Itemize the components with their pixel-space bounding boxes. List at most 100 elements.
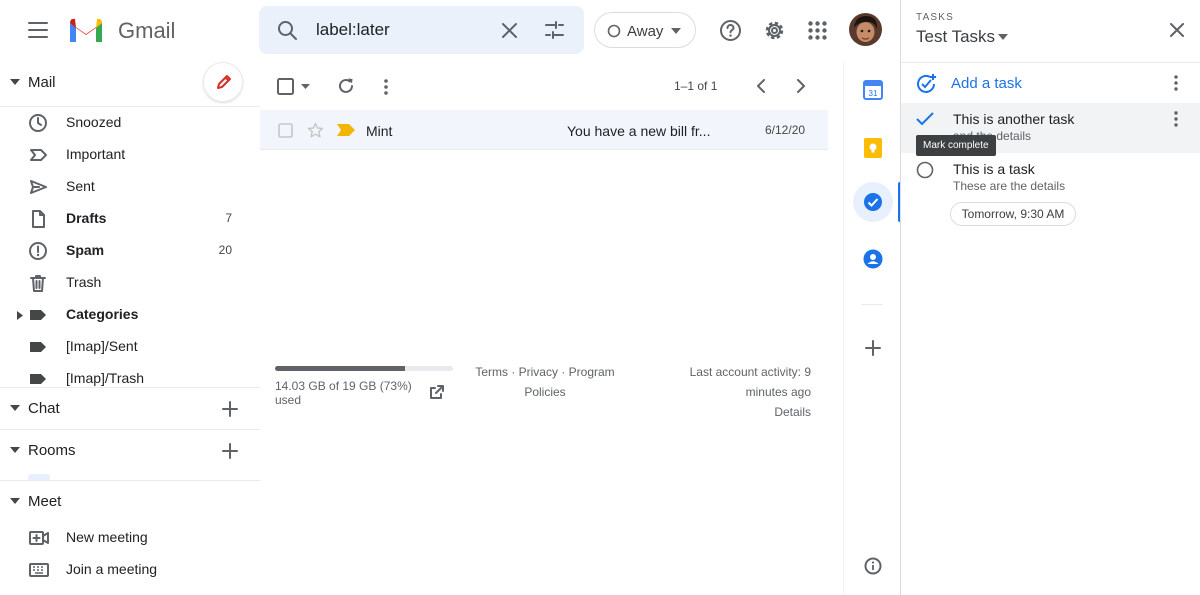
info-icon[interactable] bbox=[864, 557, 882, 575]
task-title[interactable]: This is another task bbox=[953, 111, 1074, 127]
collapse-arrow-icon[interactable] bbox=[10, 79, 20, 85]
footer-links-line[interactable]: Policies bbox=[465, 382, 625, 402]
mail-footer: 14.03 GB of 19 GB (73%) used Terms · Pri… bbox=[260, 355, 828, 425]
settings-gear-icon[interactable] bbox=[763, 19, 786, 42]
row-checkbox[interactable] bbox=[278, 123, 293, 138]
search-icon[interactable] bbox=[277, 20, 298, 41]
nav-label: New meeting bbox=[66, 529, 148, 545]
status-circle-icon bbox=[607, 24, 621, 38]
rooms-section-header[interactable]: Rooms bbox=[0, 430, 260, 470]
trash-icon bbox=[28, 273, 48, 293]
main-menu-icon[interactable] bbox=[27, 20, 49, 40]
clear-search-icon[interactable] bbox=[501, 22, 518, 39]
tasks-eyebrow: TASKS bbox=[916, 12, 955, 23]
search-input[interactable]: label:later bbox=[316, 20, 390, 40]
status-label: Away bbox=[627, 23, 664, 40]
task-complete-circle-icon[interactable] bbox=[916, 161, 934, 179]
nav-item-categories[interactable]: Categories bbox=[0, 299, 250, 331]
top-header: Gmail label:later Away bbox=[0, 0, 900, 62]
collapse-arrow-icon[interactable] bbox=[10, 447, 20, 453]
nav-item-snoozed[interactable]: Snoozed bbox=[0, 107, 250, 139]
tasks-panel: TASKS Test Tasks Add a task This is anot… bbox=[900, 0, 1200, 595]
task-list-more-icon[interactable] bbox=[1173, 75, 1179, 91]
storage-bar bbox=[275, 366, 453, 371]
nav-item-sent[interactable]: Sent bbox=[0, 171, 250, 203]
nav-item-important[interactable]: Important bbox=[0, 139, 250, 171]
open-storage-icon[interactable] bbox=[429, 384, 445, 400]
email-row[interactable]: Mint You have a new bill fr... 6/12/20 bbox=[260, 110, 828, 150]
nav-item-trash[interactable]: Trash bbox=[0, 267, 250, 299]
nav-item-join-meeting[interactable]: Join a meeting bbox=[0, 554, 250, 586]
star-icon[interactable] bbox=[307, 122, 324, 139]
close-icon[interactable] bbox=[1170, 23, 1184, 37]
meet-section-label: Meet bbox=[28, 493, 62, 510]
nav-item-imap-sent[interactable]: [Imap]/Sent bbox=[0, 331, 250, 363]
more-options-icon[interactable] bbox=[383, 78, 389, 96]
apps-grid-icon[interactable] bbox=[808, 21, 827, 40]
video-icon bbox=[28, 528, 50, 548]
activity-line: Last account activity: 9 bbox=[689, 365, 811, 379]
nav-label: Important bbox=[66, 146, 126, 162]
search-bar[interactable]: label:later bbox=[259, 6, 584, 54]
task-title[interactable]: This is a task bbox=[953, 161, 1035, 177]
add-room-icon[interactable] bbox=[221, 442, 239, 460]
nav-label: Drafts bbox=[66, 210, 107, 226]
chevron-right-icon[interactable] bbox=[796, 79, 806, 93]
storage-bar-fill bbox=[275, 366, 405, 371]
chat-section-header[interactable]: Chat bbox=[0, 388, 260, 428]
select-menu-chevron-icon[interactable] bbox=[301, 84, 310, 89]
chevron-down-icon[interactable] bbox=[998, 34, 1008, 40]
nav-item-drafts[interactable]: Drafts 7 bbox=[0, 203, 250, 235]
add-app-icon[interactable] bbox=[865, 340, 881, 356]
rooms-section-label: Rooms bbox=[28, 442, 76, 459]
footer-links-line[interactable]: Terms · Privacy · Program bbox=[465, 362, 625, 382]
label-icon bbox=[28, 305, 48, 325]
email-sender: Mint bbox=[366, 123, 393, 139]
add-task-button[interactable]: Add a task bbox=[901, 62, 1200, 102]
task-due-date-chip[interactable]: Tomorrow, 9:30 AM bbox=[950, 202, 1076, 226]
left-navigation: Mail Snoozed Important Sent Drafts 7 Spa… bbox=[0, 62, 260, 595]
pagination-text: 1–1 of 1 bbox=[674, 79, 718, 93]
label-icon bbox=[28, 369, 48, 389]
refresh-icon[interactable] bbox=[337, 77, 355, 95]
contacts-icon[interactable] bbox=[863, 249, 883, 269]
nav-label: Join a meeting bbox=[66, 561, 158, 577]
checkmark-icon[interactable] bbox=[915, 111, 935, 127]
task-more-icon[interactable] bbox=[1173, 111, 1179, 127]
nav-count: 7 bbox=[225, 211, 232, 225]
collapse-arrow-icon[interactable] bbox=[10, 498, 20, 504]
label-icon bbox=[28, 337, 48, 357]
send-icon bbox=[28, 177, 48, 197]
nav-label: [Imap]/Sent bbox=[66, 338, 138, 354]
meet-section-header[interactable]: Meet bbox=[0, 481, 260, 521]
keep-icon[interactable] bbox=[863, 137, 883, 159]
nav-label: [Imap]/Trash bbox=[66, 370, 145, 386]
tasks-app-button[interactable] bbox=[853, 182, 893, 222]
calendar-icon[interactable]: 31 bbox=[863, 80, 883, 100]
mark-complete-tooltip: Mark complete bbox=[916, 135, 996, 156]
select-all-checkbox[interactable] bbox=[277, 78, 294, 95]
nav-label: Spam bbox=[66, 242, 105, 258]
status-dropdown[interactable]: Away bbox=[594, 12, 696, 48]
nav-item-new-meeting[interactable]: New meeting bbox=[0, 522, 250, 554]
add-chat-icon[interactable] bbox=[221, 400, 239, 418]
compose-button[interactable] bbox=[203, 62, 243, 102]
important-marker-icon[interactable] bbox=[337, 124, 355, 136]
email-subject: You have a new bill fr... bbox=[567, 123, 711, 139]
gmail-logo-icon[interactable] bbox=[67, 15, 105, 45]
collapse-arrow-icon[interactable] bbox=[10, 405, 20, 411]
chevron-left-icon[interactable] bbox=[756, 79, 766, 93]
search-options-icon[interactable] bbox=[544, 20, 565, 41]
expand-arrow-icon[interactable] bbox=[17, 311, 23, 320]
email-date: 6/12/20 bbox=[765, 123, 806, 137]
details-link[interactable]: Details bbox=[660, 402, 811, 422]
nav-item-spam[interactable]: Spam 20 bbox=[0, 235, 250, 267]
help-icon[interactable] bbox=[719, 19, 742, 42]
app-name[interactable]: Gmail bbox=[118, 18, 175, 44]
svg-text:31: 31 bbox=[869, 89, 878, 98]
draft-icon bbox=[28, 209, 48, 229]
avatar[interactable] bbox=[849, 13, 882, 46]
task-list-selector[interactable]: Test Tasks bbox=[916, 27, 995, 47]
add-task-label: Add a task bbox=[951, 75, 1022, 92]
mail-section-label: Mail bbox=[28, 74, 56, 91]
